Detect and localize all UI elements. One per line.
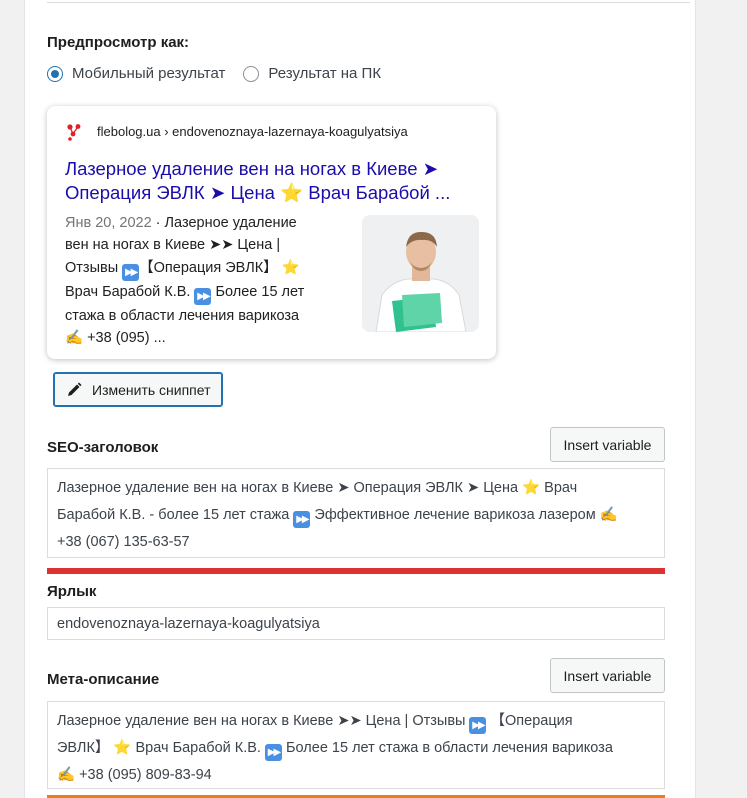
seo-title-text[interactable]: +38 (067) 135-63-57: [57, 529, 655, 556]
radio-desktop[interactable]: [243, 65, 260, 82]
seo-title-progress-bar: [47, 568, 665, 574]
star-icon: ⭐: [113, 740, 132, 756]
writing-hand-icon: ✍: [57, 767, 76, 783]
radio-desktop-label[interactable]: Результат на ПК: [268, 65, 381, 82]
radio-desktop-option[interactable]: Результат на ПК: [243, 65, 381, 82]
pencil-icon: [68, 382, 82, 396]
meta-text[interactable]: +38 (095) 809-83-94: [75, 767, 212, 783]
meta-description-input[interactable]: Лазерное удаление вен на ногах в Киеве ➤…: [47, 701, 665, 789]
star-icon: ⭐: [522, 480, 541, 496]
snippet-desc-text: Более 15 лет: [211, 283, 305, 300]
snippet-title[interactable]: Лазерное удаление вен на ногах в Киеве ➤…: [65, 157, 465, 205]
slug-input[interactable]: endovenoznaya-lazernaya-koagulyatsiya: [47, 607, 665, 640]
divider: [47, 2, 690, 3]
snippet-desc-text: · Лазерное удаление: [151, 215, 297, 231]
meta-insert-variable-button[interactable]: Insert variable: [550, 658, 665, 693]
fast-forward-icon: ▶▶: [469, 717, 487, 734]
seo-title-input[interactable]: Лазерное удаление вен на ногах в Киеве ➤…: [47, 468, 665, 558]
settings-panel: Предпросмотр как: Мобильный результат Ре…: [24, 0, 696, 798]
snippet-description: Янв 20, 2022 · Лазерное удаление вен на …: [65, 212, 337, 350]
snippet-url: flebolog.ua › endovenoznaya-lazernaya-ko…: [97, 124, 408, 139]
fast-forward-icon: ▶▶: [194, 287, 212, 305]
doctor-photo-icon: [362, 215, 479, 332]
meta-text[interactable]: Лазерное удаление вен на ногах в Киеве ➤…: [57, 713, 469, 729]
snippet-desc-text: вен на ногах в Киеве ➤➤ Цена |: [65, 237, 281, 254]
writing-hand-icon: ✍: [65, 330, 84, 347]
seo-title-insert-variable-button[interactable]: Insert variable: [550, 427, 665, 462]
edit-snippet-label[interactable]: Изменить сниппет: [92, 382, 211, 398]
meta-text[interactable]: ЭВЛК】: [57, 740, 113, 756]
seo-title-text[interactable]: Врач: [540, 480, 577, 496]
radio-mobile[interactable]: [47, 65, 63, 82]
snippet-thumbnail: [362, 215, 479, 332]
serp-snippet-preview: flebolog.ua › endovenoznaya-lazernaya-ko…: [47, 106, 496, 359]
fast-forward-icon: ▶▶: [122, 263, 140, 281]
preview-mode-radio-group: Мобильный результат Результат на ПК: [47, 65, 381, 82]
snippet-desc-text: +38 (095) ...: [83, 330, 166, 347]
meta-text[interactable]: Более 15 лет стажа в области лечения вар…: [282, 740, 613, 756]
slug-label: Ярлык: [47, 583, 97, 600]
seo-title-label: SEO-заголовок: [47, 439, 159, 456]
snippet-desc-text: 【Операция ЭВЛК】: [139, 259, 282, 276]
seo-title-text[interactable]: Лазерное удаление вен на ногах в Киеве ➤…: [57, 480, 522, 496]
preview-label: Предпросмотр как:: [47, 34, 190, 51]
snippet-desc-text: Отзывы: [65, 259, 123, 276]
site-favicon-icon: [67, 124, 81, 141]
snippet-date: Янв 20, 2022: [65, 215, 152, 231]
radio-mobile-option[interactable]: Мобильный результат: [47, 65, 225, 82]
seo-title-text[interactable]: Эффективное лечение варикоза лазером: [310, 507, 599, 523]
radio-mobile-label[interactable]: Мобильный результат: [72, 65, 225, 82]
snippet-desc-text: стажа в области лечения варикоза: [65, 307, 300, 324]
fast-forward-icon: ▶▶: [265, 744, 282, 761]
seo-title-text[interactable]: Барабой К.В. - более 15 лет стажа: [57, 507, 293, 523]
star-icon: ⭐: [281, 259, 300, 276]
snippet-title-line-1[interactable]: Лазерное удаление вен на ногах в Киеве ➤: [65, 157, 465, 181]
meta-description-label: Мета-описание: [47, 671, 160, 688]
edit-snippet-button[interactable]: Изменить сниппет: [53, 372, 223, 407]
writing-hand-icon: ✍: [599, 507, 618, 523]
fast-forward-icon: ▶▶: [293, 511, 311, 528]
snippet-desc-text: Врач Барабой К.В.: [65, 283, 195, 300]
meta-text[interactable]: Врач Барабой К.В.: [131, 740, 265, 756]
meta-text[interactable]: 【Операция: [486, 713, 573, 729]
snippet-title-line-2[interactable]: Операция ЭВЛК ➤ Цена ⭐ Врач Барабой ...: [65, 181, 465, 205]
